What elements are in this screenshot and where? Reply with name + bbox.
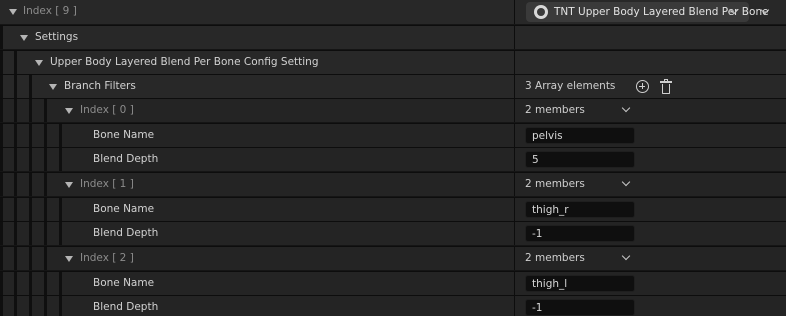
- bone-name-row: Bone Name: [0, 197, 786, 221]
- array-count: 3 Array elements: [525, 80, 616, 92]
- blend-depth-label: Blend Depth: [93, 301, 159, 313]
- members-summary: 2 members: [525, 104, 585, 116]
- chevron-down-icon[interactable]: [621, 251, 631, 261]
- element-0-row: Index [ 0 ] 2 members: [0, 98, 786, 122]
- element-index-label: Index [ 1 ]: [80, 178, 134, 190]
- blend-depth-label: Blend Depth: [93, 153, 159, 165]
- blend-depth-input[interactable]: [525, 225, 635, 242]
- expanded-arrow-icon[interactable]: [49, 84, 57, 90]
- bone-name-row: Bone Name: [0, 271, 786, 295]
- index-9-row: Index [ 9 ] TNT Upper Body Layered Blend…: [0, 0, 786, 24]
- blend-depth-label: Blend Depth: [93, 227, 159, 239]
- delete-all-icon[interactable]: [660, 79, 672, 94]
- branch-filters-label: Branch Filters: [64, 80, 136, 92]
- config-label: Upper Body Layered Blend Per Bone Config…: [50, 56, 319, 68]
- element-2-row: Index [ 2 ] 2 members: [0, 246, 786, 270]
- members-summary: 2 members: [525, 178, 585, 190]
- expanded-arrow-icon[interactable]: [9, 9, 17, 15]
- bone-name-input[interactable]: [525, 201, 635, 218]
- chevron-down-icon[interactable]: [621, 177, 631, 187]
- expanded-arrow-icon[interactable]: [65, 256, 73, 262]
- blend-depth-input[interactable]: [525, 151, 635, 168]
- element-1-row: Index [ 1 ] 2 members: [0, 172, 786, 196]
- branch-filters-row: Branch Filters 3 Array elements: [0, 74, 786, 98]
- asset-combo-label: TNT Upper Body Layered Blend Per Bone: [554, 6, 769, 18]
- blend-depth-row: Blend Depth: [0, 295, 786, 316]
- members-summary: 2 members: [525, 252, 585, 264]
- bone-name-label: Bone Name: [93, 129, 155, 141]
- expanded-arrow-icon[interactable]: [65, 108, 73, 114]
- settings-label: Settings: [35, 31, 79, 43]
- details-panel: Index [ 9 ] TNT Upper Body Layered Blend…: [0, 0, 786, 316]
- blend-depth-row: Blend Depth: [0, 221, 786, 245]
- asset-combo[interactable]: TNT Upper Body Layered Blend Per Bone: [526, 2, 769, 22]
- blend-depth-row: Blend Depth: [0, 147, 786, 171]
- element-index-label: Index [ 0 ]: [80, 104, 134, 116]
- config-row: Upper Body Layered Blend Per Bone Config…: [0, 50, 786, 74]
- chevron-down-icon[interactable]: [621, 103, 631, 113]
- expanded-arrow-icon[interactable]: [65, 182, 73, 188]
- expanded-arrow-icon[interactable]: [20, 35, 28, 41]
- bone-name-input[interactable]: [525, 127, 635, 144]
- bone-name-label: Bone Name: [93, 203, 155, 215]
- index-9-label: Index [ 9 ]: [23, 5, 77, 17]
- bone-name-label: Bone Name: [93, 277, 155, 289]
- add-element-icon[interactable]: [636, 80, 649, 93]
- blend-depth-input[interactable]: [525, 299, 635, 316]
- element-index-label: Index [ 2 ]: [80, 252, 134, 264]
- settings-row: Settings: [0, 25, 786, 49]
- asset-icon: [534, 5, 548, 19]
- bone-name-input[interactable]: [525, 275, 635, 292]
- bone-name-row: Bone Name: [0, 123, 786, 147]
- expanded-arrow-icon[interactable]: [35, 60, 43, 66]
